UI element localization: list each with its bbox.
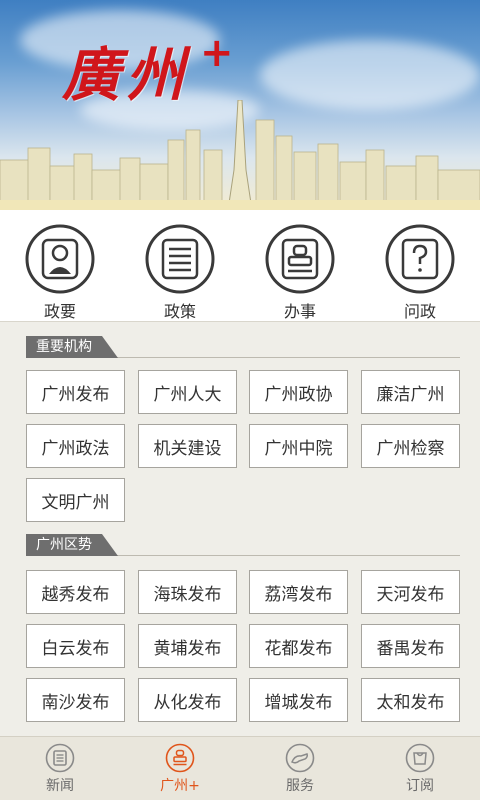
item-button[interactable]: 番禺发布 bbox=[361, 624, 460, 668]
tab-news[interactable]: 新闻 bbox=[0, 737, 120, 800]
section-header-districts: 广州区势 bbox=[26, 534, 460, 556]
category-bar: 政要 政策 办事 问政 bbox=[0, 210, 480, 322]
item-button[interactable]: 廉洁广州 bbox=[361, 370, 460, 414]
item-button[interactable]: 广州政协 bbox=[249, 370, 348, 414]
subscribe-icon bbox=[405, 743, 435, 773]
document-icon bbox=[145, 224, 215, 294]
category-zhengce[interactable]: 政策 bbox=[120, 210, 240, 322]
item-button[interactable]: 黄埔发布 bbox=[138, 624, 237, 668]
tab-label: 订阅 bbox=[406, 778, 434, 794]
item-button[interactable]: 白云发布 bbox=[26, 624, 125, 668]
category-banshi[interactable]: 办事 bbox=[240, 210, 360, 322]
item-button[interactable]: 广州检察 bbox=[361, 424, 460, 468]
section-header-important-institutions: 重要机构 bbox=[26, 336, 460, 358]
bottom-tab-bar: 新闻 广州+ 服务 订阅 bbox=[0, 736, 480, 800]
tab-label: 服务 bbox=[286, 778, 314, 794]
tab-service[interactable]: 服务 bbox=[240, 737, 360, 800]
tab-label: 广州+ bbox=[160, 778, 200, 794]
section-title: 重要机构 bbox=[26, 336, 118, 358]
item-button[interactable]: 从化发布 bbox=[138, 678, 237, 722]
category-wenzheng[interactable]: 问政 bbox=[360, 210, 480, 322]
category-label: 政策 bbox=[163, 302, 196, 321]
category-label: 问政 bbox=[403, 302, 436, 321]
category-label: 政要 bbox=[43, 302, 76, 321]
item-button[interactable]: 增城发布 bbox=[249, 678, 348, 722]
question-icon bbox=[385, 224, 455, 294]
banner-plus: + bbox=[200, 30, 234, 76]
category-label: 办事 bbox=[283, 302, 316, 321]
banner-title: 廣州 bbox=[62, 41, 191, 109]
item-button[interactable]: 花都发布 bbox=[249, 624, 348, 668]
item-button[interactable]: 海珠发布 bbox=[138, 570, 237, 614]
section-title: 广州区势 bbox=[26, 534, 118, 556]
service-icon bbox=[285, 743, 315, 773]
tab-subscribe[interactable]: 订阅 bbox=[360, 737, 480, 800]
tab-guangzhou-plus[interactable]: 广州+ bbox=[120, 737, 240, 800]
item-button[interactable]: 广州发布 bbox=[26, 370, 125, 414]
item-button[interactable]: 广州人大 bbox=[138, 370, 237, 414]
item-button[interactable]: 天河发布 bbox=[361, 570, 460, 614]
content-area: 重要机构 广州发布 广州人大 广州政协 廉洁广州 广州政法 机关建设 广州中院 … bbox=[0, 322, 480, 736]
person-icon bbox=[25, 224, 95, 294]
header-banner: 廣州 + bbox=[0, 0, 480, 210]
item-button[interactable]: 荔湾发布 bbox=[249, 570, 348, 614]
category-zhengyao[interactable]: 政要 bbox=[0, 210, 120, 322]
item-button[interactable]: 南沙发布 bbox=[26, 678, 125, 722]
item-button[interactable]: 文明广州 bbox=[26, 478, 125, 522]
tab-label: 新闻 bbox=[46, 778, 74, 794]
guangzhou-plus-icon bbox=[165, 743, 195, 773]
item-button[interactable]: 广州中院 bbox=[249, 424, 348, 468]
stamp-icon bbox=[265, 224, 335, 294]
item-button[interactable]: 太和发布 bbox=[361, 678, 460, 722]
city-skyline-image bbox=[0, 100, 480, 210]
news-icon bbox=[45, 743, 75, 773]
item-button[interactable]: 机关建设 bbox=[138, 424, 237, 468]
item-button[interactable]: 越秀发布 bbox=[26, 570, 125, 614]
item-button[interactable]: 广州政法 bbox=[26, 424, 125, 468]
